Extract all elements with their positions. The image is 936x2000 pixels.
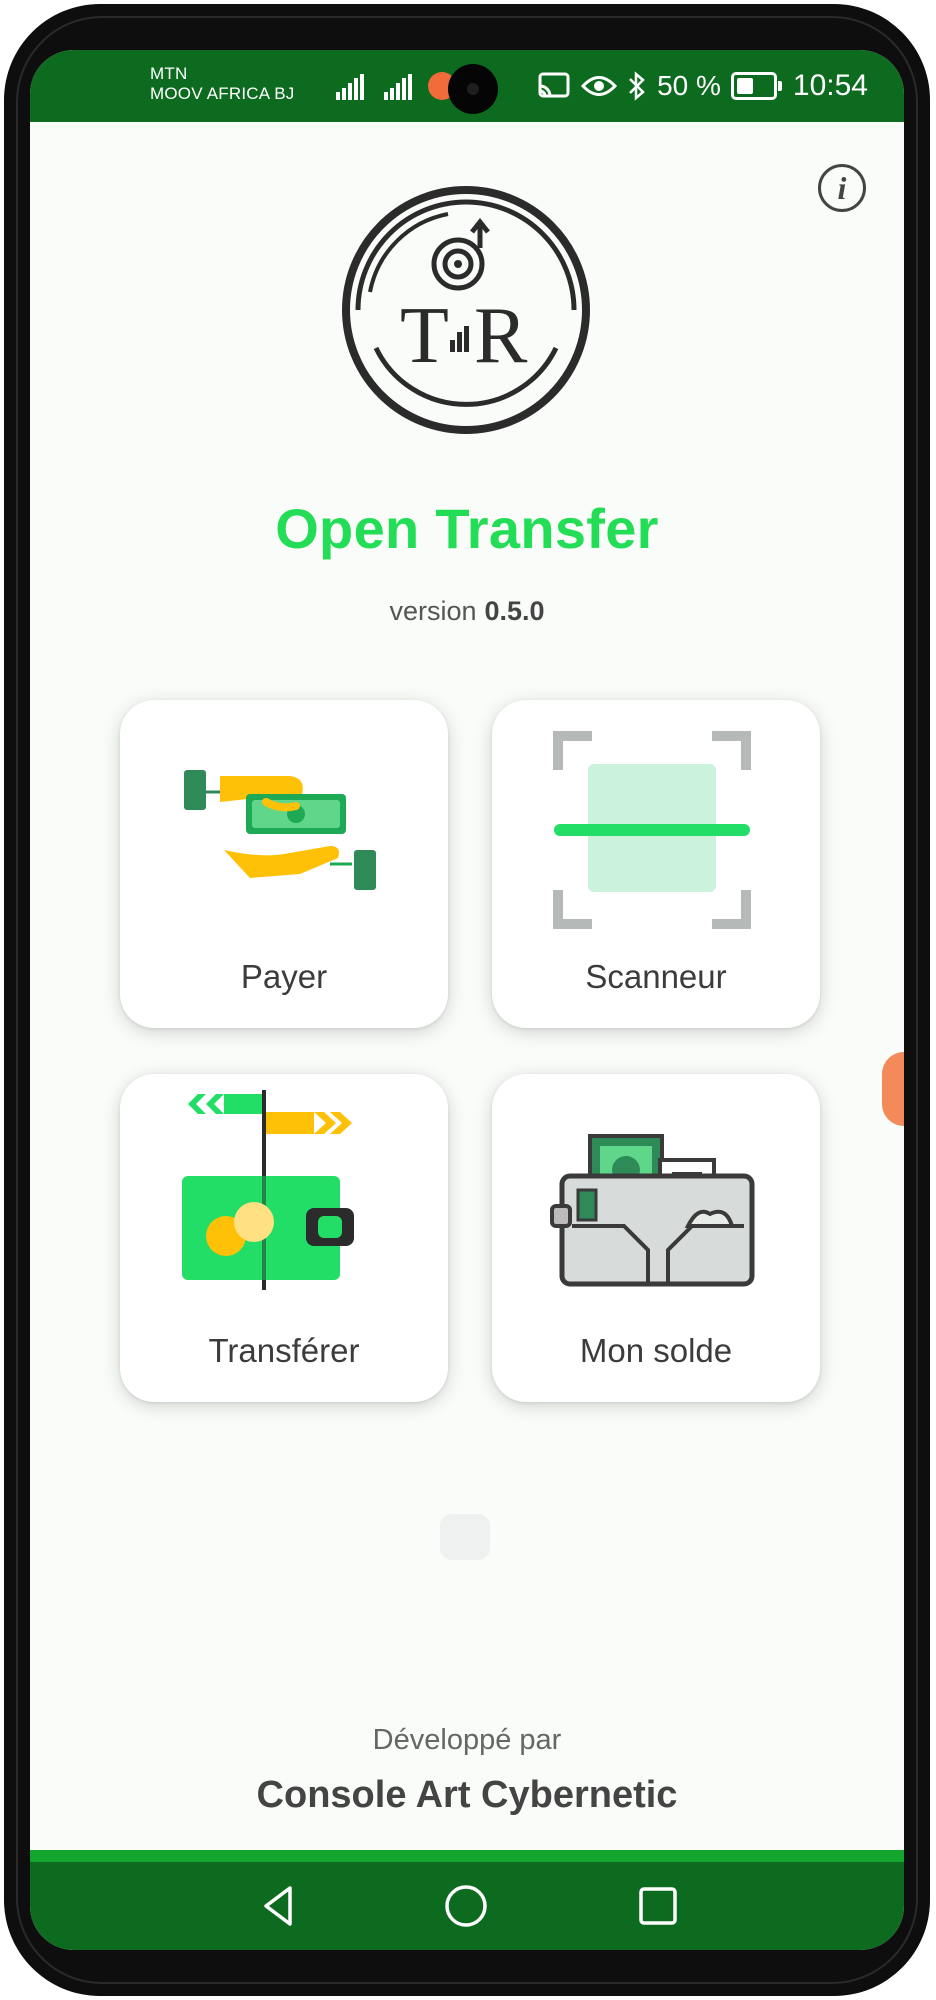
- cast-icon: [538, 72, 570, 98]
- recents-icon[interactable]: [634, 1882, 682, 1930]
- svg-text:R: R: [474, 292, 528, 380]
- hands-exchange-money-icon: [184, 770, 376, 890]
- faded-placeholder-icon: [440, 1514, 490, 1560]
- battery-percent: 50 %: [657, 70, 721, 101]
- status-bar: MTN MOOV AFRICA BJ 50 % 10:54: [30, 50, 904, 122]
- carrier-1: MTN: [150, 64, 188, 83]
- tile-label: Mon solde: [579, 1332, 733, 1369]
- home-icon[interactable]: [442, 1882, 490, 1930]
- tile-label: Transférer: [208, 1332, 360, 1369]
- carrier-names: MTN MOOV AFRICA BJ: [150, 64, 295, 104]
- open-transfer-logo: T R: [342, 186, 590, 434]
- screen: MTN MOOV AFRICA BJ 50 % 10:54 i T R Open…: [30, 50, 904, 1950]
- svg-text:T: T: [400, 292, 449, 380]
- developed-by-label: Développé par: [372, 1724, 562, 1756]
- tile-label: Scanneur: [585, 958, 727, 995]
- front-camera: [448, 64, 498, 114]
- navigation-bar: [30, 1862, 904, 1950]
- version-label: version 0.5.0: [30, 596, 904, 627]
- payer-tile[interactable]: Payer: [120, 700, 448, 1028]
- transferer-tile[interactable]: Transférer: [120, 1074, 448, 1402]
- version-number: 0.5.0: [484, 596, 545, 626]
- wallet-balance-icon: [550, 1134, 755, 1287]
- carrier-2: MOOV AFRICA BJ: [150, 84, 295, 103]
- qr-scanner-icon: [553, 731, 751, 929]
- bluetooth-icon: [629, 71, 645, 101]
- app-title: Open Transfer: [275, 497, 659, 560]
- tile-label: Payer: [240, 958, 328, 995]
- battery-icon: [730, 72, 782, 100]
- info-icon[interactable]: i: [818, 164, 866, 212]
- status-icons: 50 % 10:54: [537, 66, 868, 106]
- signal-icon: [336, 74, 366, 100]
- eye-icon: [581, 76, 618, 96]
- back-icon[interactable]: [256, 1882, 304, 1930]
- clock: 10:54: [792, 69, 868, 102]
- version-text: version: [389, 596, 477, 626]
- wallet-transfer-icon: [182, 1090, 354, 1290]
- signal-icon: [384, 74, 414, 100]
- floating-bubble[interactable]: [882, 1052, 904, 1126]
- developer-name: Console Art Cybernetic: [256, 1774, 678, 1816]
- phone-frame: MTN MOOV AFRICA BJ 50 % 10:54 i T R Open…: [4, 4, 930, 1996]
- scanneur-tile[interactable]: Scanneur: [492, 700, 820, 1028]
- mon-solde-tile[interactable]: Mon solde: [492, 1074, 820, 1402]
